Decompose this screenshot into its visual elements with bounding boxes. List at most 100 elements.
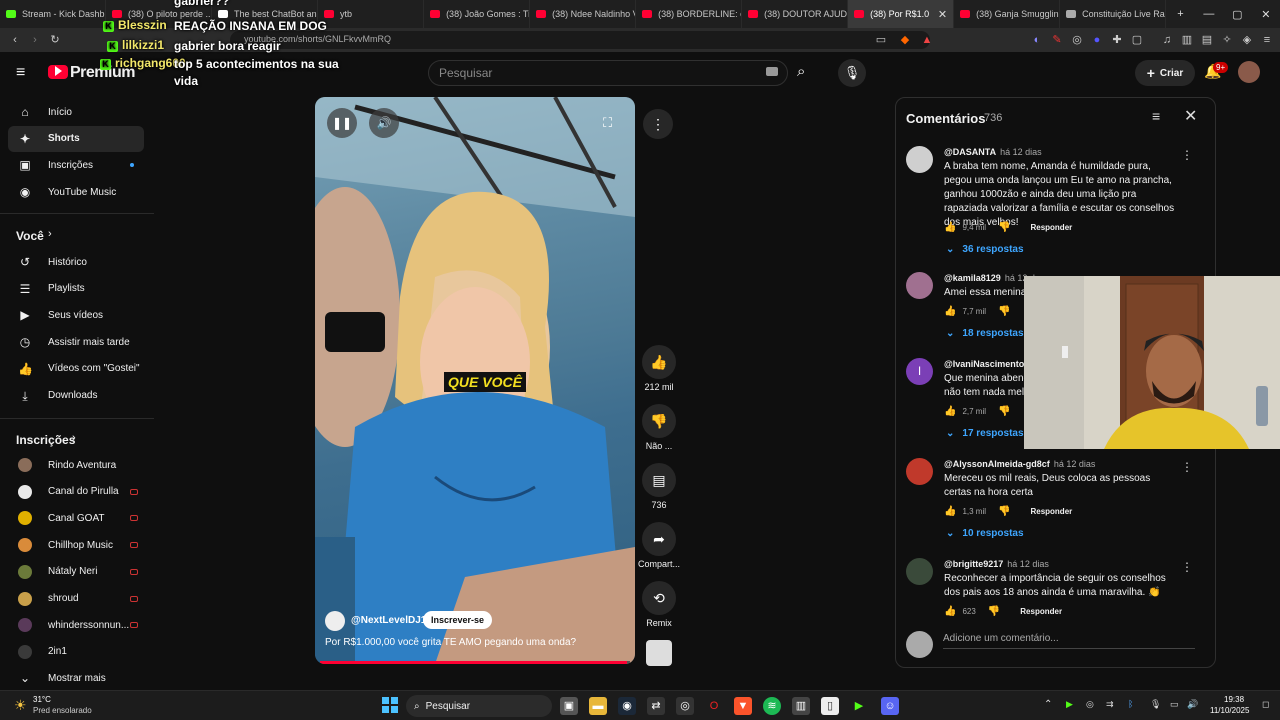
hamburger-icon[interactable]: ≡ (16, 64, 25, 82)
kick-icon[interactable]: ▶ (850, 697, 868, 715)
create-button[interactable]: + Criar (1135, 60, 1195, 86)
close-tab-icon[interactable]: ✕ (938, 8, 947, 21)
back-icon[interactable]: ‹ (8, 33, 22, 47)
more-options-icon[interactable]: ⋮ (643, 109, 673, 139)
channel-avatar[interactable] (325, 611, 345, 631)
close-window-icon[interactable]: ✕ (1252, 8, 1280, 21)
volume-icon[interactable]: 🔊 (1187, 699, 1198, 710)
network-icon[interactable]: ▭ (1170, 699, 1179, 710)
sidebar-item[interactable]: ▶ Seus vídeos (8, 302, 144, 328)
comment-author[interactable]: @DASANTA há 12 dias (944, 147, 1042, 157)
show-more-button[interactable]: ⌄ Mostrar mais (8, 665, 144, 691)
remix-icon[interactable]: ⟲ (642, 581, 676, 615)
dislike-icon[interactable]: 👎 (998, 306, 1010, 317)
view-replies-button[interactable]: ⌄ 18 respostas (946, 328, 1024, 339)
like-icon[interactable]: 👍 (944, 606, 956, 617)
add-comment-input[interactable]: Adicione um comentário... (943, 631, 1195, 649)
reply-button[interactable]: Responder (1030, 223, 1072, 232)
minimize-icon[interactable]: — (1195, 8, 1223, 20)
more-options-icon[interactable]: ⋮ (1181, 460, 1193, 474)
extension-icon[interactable]: ◎ (1070, 33, 1084, 47)
extension-icon[interactable]: ◐ (1030, 33, 1044, 47)
brave-rewards-icon[interactable]: ▲ (920, 33, 934, 47)
shorts-video-player[interactable]: QUE VOCÊ ❚❚ 🔊 ⛶ @NextLevelDJ1 Inscrever-… (315, 97, 635, 664)
browser-tab[interactable]: (38) João Gomes : Tim (424, 0, 531, 28)
keyboard-icon[interactable] (766, 67, 778, 76)
extensions-icon[interactable]: ✚ (1110, 33, 1124, 47)
sidebar-item[interactable]: ⤓ Downloads (8, 383, 144, 409)
task-view-icon[interactable]: ▣ (560, 697, 578, 715)
channel-name[interactable]: @NextLevelDJ1 (351, 615, 426, 626)
browser-tab[interactable]: (38) Por R$1.0 ✕ (848, 0, 955, 28)
browser-tab[interactable]: (38) BORDERLINE: o tr (636, 0, 743, 28)
like-icon[interactable]: 👍 (642, 345, 676, 379)
notepad-icon[interactable]: ▯ (821, 697, 839, 715)
start-icon[interactable] (381, 697, 399, 715)
subscription-item[interactable]: 2in1 (8, 639, 144, 665)
mic-icon[interactable]: 🎙 (838, 59, 866, 87)
share-icon[interactable]: ➦ (642, 522, 676, 556)
dislike-icon[interactable]: 👎 (998, 222, 1010, 233)
subscription-item[interactable]: whinderssonnun... (8, 612, 144, 638)
you-section-title[interactable]: Você (16, 229, 44, 243)
sidebar-item[interactable]: ↺ Histórico (8, 249, 144, 275)
like-icon[interactable]: 👍 (944, 406, 956, 417)
subscriptions-section-title[interactable]: Inscrições (16, 433, 75, 447)
subscription-item[interactable]: shroud (8, 586, 144, 612)
new-tab-icon[interactable]: + (1166, 8, 1194, 20)
fullscreen-icon[interactable]: ⛶ (603, 115, 612, 131)
app-icon[interactable]: ⇄ (647, 697, 665, 715)
sidebar-item[interactable]: ◷ Assistir mais tarde (8, 329, 144, 355)
subscription-item[interactable]: Canal do Pirulla (8, 479, 144, 505)
bluetooth-icon[interactable]: ᛒ (1128, 699, 1133, 709)
subscription-item[interactable]: Chillhop Music (8, 532, 144, 558)
subscribe-button[interactable]: Inscrever-se (423, 611, 493, 629)
account-avatar[interactable] (1238, 61, 1260, 83)
sort-icon[interactable]: ≡ (1152, 108, 1160, 124)
wallet-icon[interactable]: ▤ (1200, 33, 1214, 47)
comment-avatar[interactable] (906, 146, 933, 173)
reply-button[interactable]: Responder (1020, 607, 1062, 616)
comment-author[interactable]: @AlyssonAlmeida-gd8cf há 12 dias (944, 459, 1095, 469)
sidebar-item[interactable]: ◉ YouTube Music (8, 179, 144, 205)
subscription-item[interactable]: Canal GOAT (8, 505, 144, 531)
discord-icon[interactable]: ☺ (881, 697, 899, 715)
notification-center-icon[interactable]: ◻ (1262, 699, 1269, 710)
tray-chevron-icon[interactable]: ⌃ (1044, 699, 1052, 710)
like-icon[interactable]: 👍 (944, 222, 956, 233)
pause-icon[interactable]: ❚❚ (327, 108, 357, 138)
search-icon[interactable]: ⌕ (797, 63, 805, 80)
close-icon[interactable]: ✕ (1184, 106, 1197, 126)
vpn-icon[interactable]: ◈ (1240, 33, 1254, 47)
tray-app-icon[interactable]: ◎ (1086, 699, 1094, 710)
volume-icon[interactable]: 🔊 (369, 108, 399, 138)
comment-avatar[interactable]: I (906, 358, 933, 385)
reply-button[interactable]: Responder (1030, 507, 1072, 516)
comment-author[interactable]: @brigitte9217 há 12 dias (944, 559, 1049, 569)
comment-author[interactable]: @kamila8129 há 12 d (944, 273, 1035, 283)
search-input[interactable]: Pesquisar (428, 60, 788, 86)
screenshot-icon[interactable]: ▢ (1130, 33, 1144, 47)
browser-tab[interactable]: (38) Ndee Naldinho V (530, 0, 637, 28)
opera-icon[interactable]: O (705, 697, 723, 715)
sidebar-item[interactable]: ▣ Inscrições (8, 152, 144, 178)
comment-avatar[interactable] (906, 272, 933, 299)
maximize-icon[interactable]: ▢ (1223, 8, 1251, 21)
cast-icon[interactable]: ▭ (874, 33, 888, 47)
spotify-icon[interactable]: ≋ (763, 697, 781, 715)
dislike-icon[interactable]: 👎 (998, 506, 1010, 517)
view-replies-button[interactable]: ⌄ 17 respostas (946, 428, 1024, 439)
forward-icon[interactable]: › (28, 33, 42, 47)
dislike-icon[interactable]: 👎 (642, 404, 676, 438)
taskbar-search[interactable]: ⌕ Pesquisar (406, 695, 552, 717)
extension-icon[interactable]: ● (1090, 33, 1104, 47)
steam-icon[interactable]: ◉ (618, 697, 636, 715)
weather-icon[interactable]: ☀ (14, 697, 27, 714)
browser-tab[interactable]: (38) DOUTOR AJUDA (742, 0, 849, 28)
sound-thumbnail[interactable] (646, 640, 672, 666)
leo-icon[interactable]: ✧ (1220, 33, 1234, 47)
brave-icon[interactable]: ▼ (734, 697, 752, 715)
sidebar-item[interactable]: ⌂ Início (8, 99, 144, 125)
sidebar-icon[interactable]: ▥ (1180, 33, 1194, 47)
view-replies-button[interactable]: ⌄ 10 respostas (946, 528, 1024, 539)
